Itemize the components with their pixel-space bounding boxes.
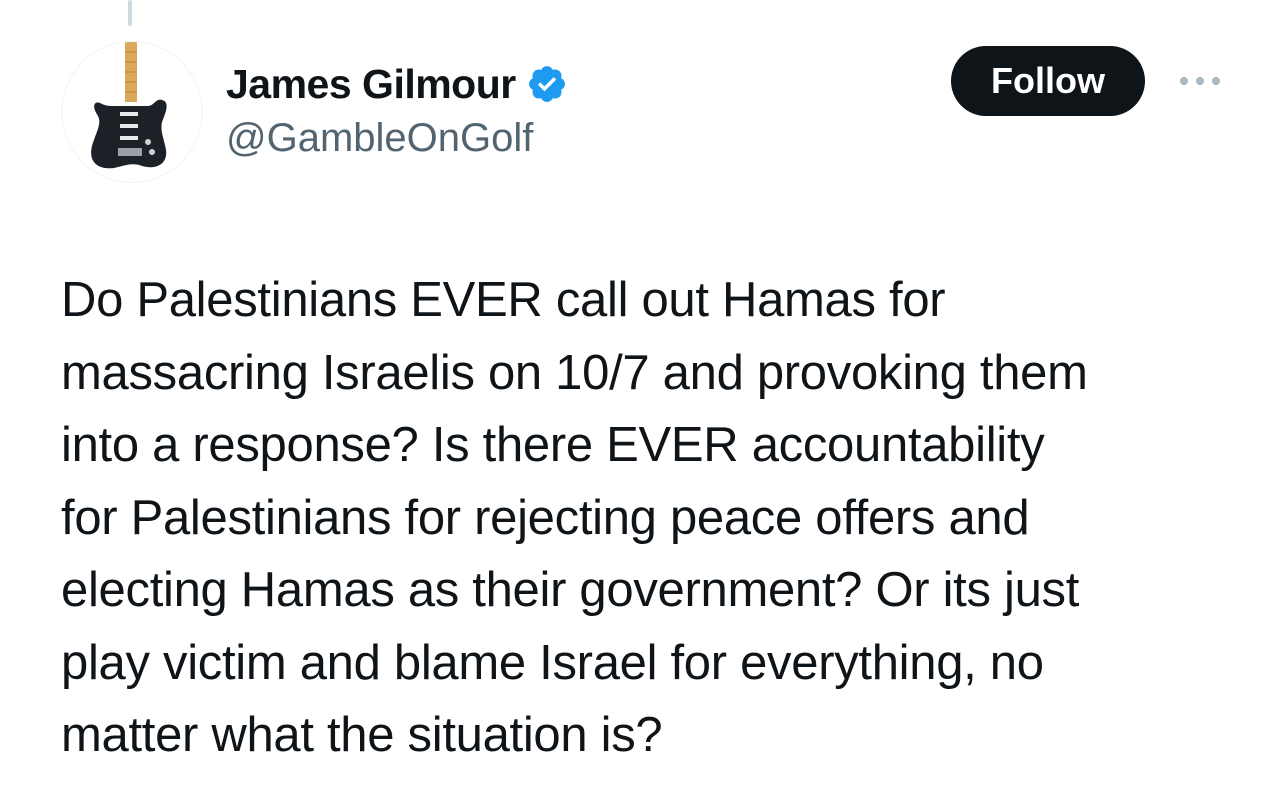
author-display-name[interactable]: James Gilmour xyxy=(226,61,516,108)
tweet-line: massacring Israelis on 10/7 and provokin… xyxy=(61,345,1088,400)
verified-badge-icon xyxy=(528,66,565,102)
more-options-icon xyxy=(1180,77,1220,85)
guitar-avatar-icon xyxy=(91,42,167,169)
more-options-button[interactable] xyxy=(1170,64,1230,98)
tweet-line: into a response? Is there EVER accountab… xyxy=(61,418,1045,472)
tweet-body: Do Palestinians EVER call out Hamas for … xyxy=(61,264,1251,772)
author-name-row[interactable]: James Gilmour xyxy=(226,58,568,110)
tweet-line: matter what the situation is? xyxy=(61,708,663,762)
tweet-line: for Palestinians for rejecting peace off… xyxy=(61,490,1030,545)
tweet-line: electing Hamas as their government? Or i… xyxy=(61,563,1080,617)
thread-connector-line xyxy=(128,0,132,26)
follow-button[interactable]: Follow xyxy=(951,46,1145,116)
tweet-line: Do Palestinians EVER call out Hamas for xyxy=(61,273,946,327)
avatar[interactable] xyxy=(61,41,203,183)
author-handle[interactable]: @GambleOnGolf xyxy=(226,116,533,161)
tweet-line: play victim and blame Israel for everyth… xyxy=(61,635,1044,690)
